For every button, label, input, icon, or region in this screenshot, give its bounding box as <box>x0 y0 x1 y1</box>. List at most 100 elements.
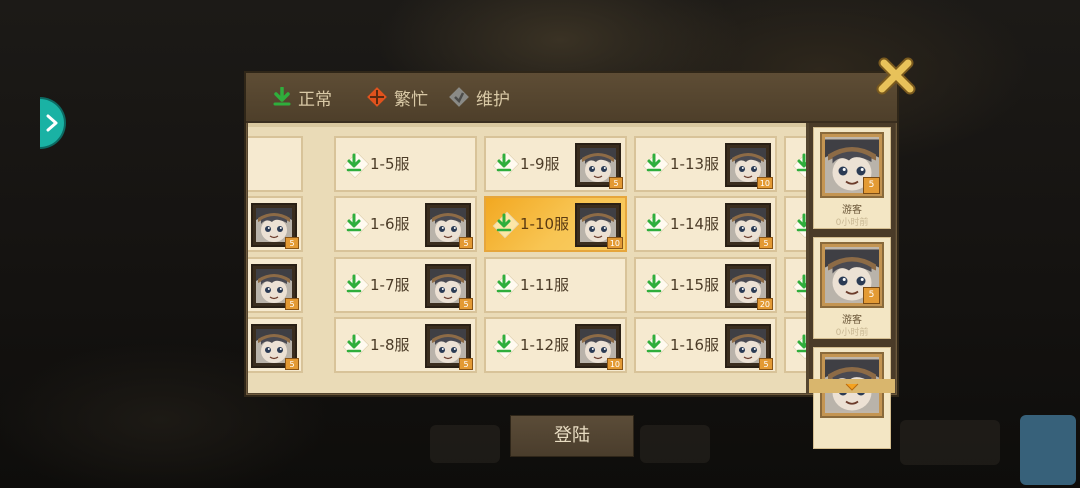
level-badge: 5 <box>759 237 773 249</box>
server-name: 1-9服 <box>520 155 560 173</box>
normal-status-icon <box>794 153 806 179</box>
avatar: 5 <box>251 324 299 370</box>
background-tile <box>640 425 710 463</box>
legend-maintenance-label: 维护 <box>476 89 510 110</box>
server-name: 1-14服 <box>670 215 720 233</box>
close-icon <box>876 57 916 95</box>
server-name: 1-16服 <box>670 336 720 354</box>
normal-status-icon <box>344 153 364 179</box>
last-login-time: 0小时前 <box>835 328 869 338</box>
level-badge: 5 <box>863 287 880 304</box>
avatar: 10 <box>575 324 623 370</box>
recent-login-card[interactable] <box>813 347 891 449</box>
recent-login-card[interactable]: 5 游客 0小时前 <box>813 127 891 229</box>
level-badge: 5 <box>863 177 880 194</box>
legend-busy-label: 繁忙 <box>394 89 428 110</box>
level-badge: 5 <box>285 358 299 370</box>
level-badge: 10 <box>606 237 623 249</box>
server-card[interactable]: 1-15服 20 <box>634 257 777 313</box>
server-name: 1-8服 <box>370 336 410 354</box>
server-card[interactable]: 5 <box>248 257 303 313</box>
normal-status-icon <box>344 274 364 300</box>
level-badge: 5 <box>459 358 473 370</box>
server-card-partial[interactable] <box>784 136 806 192</box>
server-card[interactable]: 5 <box>248 317 303 373</box>
server-card[interactable] <box>248 136 303 192</box>
background-tile <box>900 420 1000 465</box>
server-name: 1-10服 <box>520 215 570 233</box>
server-name: 1-7服 <box>370 276 410 294</box>
background-tile <box>430 425 500 463</box>
server-card-partial[interactable] <box>784 317 806 373</box>
server-name: 1-12服 <box>520 336 570 354</box>
legend-maintenance: 维护 <box>448 85 510 110</box>
scroll-down-button[interactable] <box>809 379 895 393</box>
normal-status-icon <box>494 334 514 360</box>
avatar: 5 <box>725 203 773 249</box>
server-card[interactable]: 1-9服 5 <box>484 136 627 192</box>
server-name: 1-13服 <box>670 155 720 173</box>
normal-status-icon <box>794 213 806 239</box>
normal-status-icon <box>794 334 806 360</box>
server-card-partial[interactable] <box>784 257 806 313</box>
normal-status-icon <box>344 334 364 360</box>
normal-status-icon <box>644 213 664 239</box>
grid-top-edge <box>248 123 806 127</box>
avatar: 5 <box>425 203 473 249</box>
server-card[interactable]: 1-7服 5 <box>334 257 477 313</box>
level-badge: 10 <box>606 358 623 370</box>
background-icon <box>1020 415 1076 485</box>
busy-status-icon <box>367 87 387 107</box>
avatar: 5 <box>251 203 299 249</box>
panel-header: 正常 繁忙 维护 <box>246 73 897 123</box>
level-badge: 10 <box>756 177 773 189</box>
server-name: 1-11服 <box>520 276 570 294</box>
normal-status-icon <box>794 274 806 300</box>
maintenance-status-icon <box>449 87 469 107</box>
avatar: 20 <box>725 264 773 310</box>
server-card[interactable]: 5 <box>248 196 303 252</box>
normal-status-icon <box>494 213 514 239</box>
server-card[interactable]: 1-16服 5 <box>634 317 777 373</box>
level-badge: 5 <box>459 237 473 249</box>
legend-normal: 正常 <box>272 85 332 110</box>
normal-status-icon <box>273 87 291 106</box>
login-button[interactable]: 登陆 <box>510 415 634 457</box>
avatar: 5 <box>425 324 473 370</box>
level-badge: 5 <box>609 177 623 189</box>
avatar: 5 <box>725 324 773 370</box>
server-card[interactable]: 1-12服 10 <box>484 317 627 373</box>
level-badge: 5 <box>285 298 299 310</box>
level-badge: 5 <box>759 358 773 370</box>
level-badge: 5 <box>459 298 473 310</box>
server-card[interactable]: 1-13服 10 <box>634 136 777 192</box>
server-name: 1-5服 <box>370 155 410 173</box>
chevron-down-icon <box>845 383 859 391</box>
last-login-time: 0小时前 <box>835 218 869 228</box>
server-card[interactable]: 1-5服 <box>334 136 477 192</box>
server-card[interactable]: 1-6服 5 <box>334 196 477 252</box>
server-card[interactable]: 1-10服 10 <box>484 196 627 252</box>
close-button[interactable] <box>876 57 916 97</box>
avatar: 5 <box>425 264 473 310</box>
normal-status-icon <box>644 153 664 179</box>
recent-login-list[interactable]: 5 游客 0小时前 5 游客 0小时前 <box>809 123 895 449</box>
server-grid[interactable]: 5 5 5 1-5服 1-6服 5 1-7服 5 1-8服 5 1-9服 5 1-10服 10 1-11服 1… <box>248 123 806 393</box>
player-name: 游客 <box>842 315 862 326</box>
server-card[interactable]: 1-8服 5 <box>334 317 477 373</box>
avatar: 10 <box>725 143 773 189</box>
chevron-right-icon <box>46 114 58 132</box>
normal-status-icon <box>494 153 514 179</box>
normal-status-icon <box>644 274 664 300</box>
recent-login-card[interactable]: 5 游客 0小时前 <box>813 237 891 339</box>
normal-status-icon <box>494 274 514 300</box>
avatar: 5 <box>820 132 884 198</box>
server-card[interactable]: 1-14服 5 <box>634 196 777 252</box>
avatar: 5 <box>575 143 623 189</box>
server-name: 1-15服 <box>670 276 720 294</box>
player-name: 游客 <box>842 205 862 216</box>
level-badge: 5 <box>285 237 299 249</box>
server-card-partial[interactable] <box>784 196 806 252</box>
avatar: 10 <box>575 203 623 249</box>
server-card[interactable]: 1-11服 <box>484 257 627 313</box>
